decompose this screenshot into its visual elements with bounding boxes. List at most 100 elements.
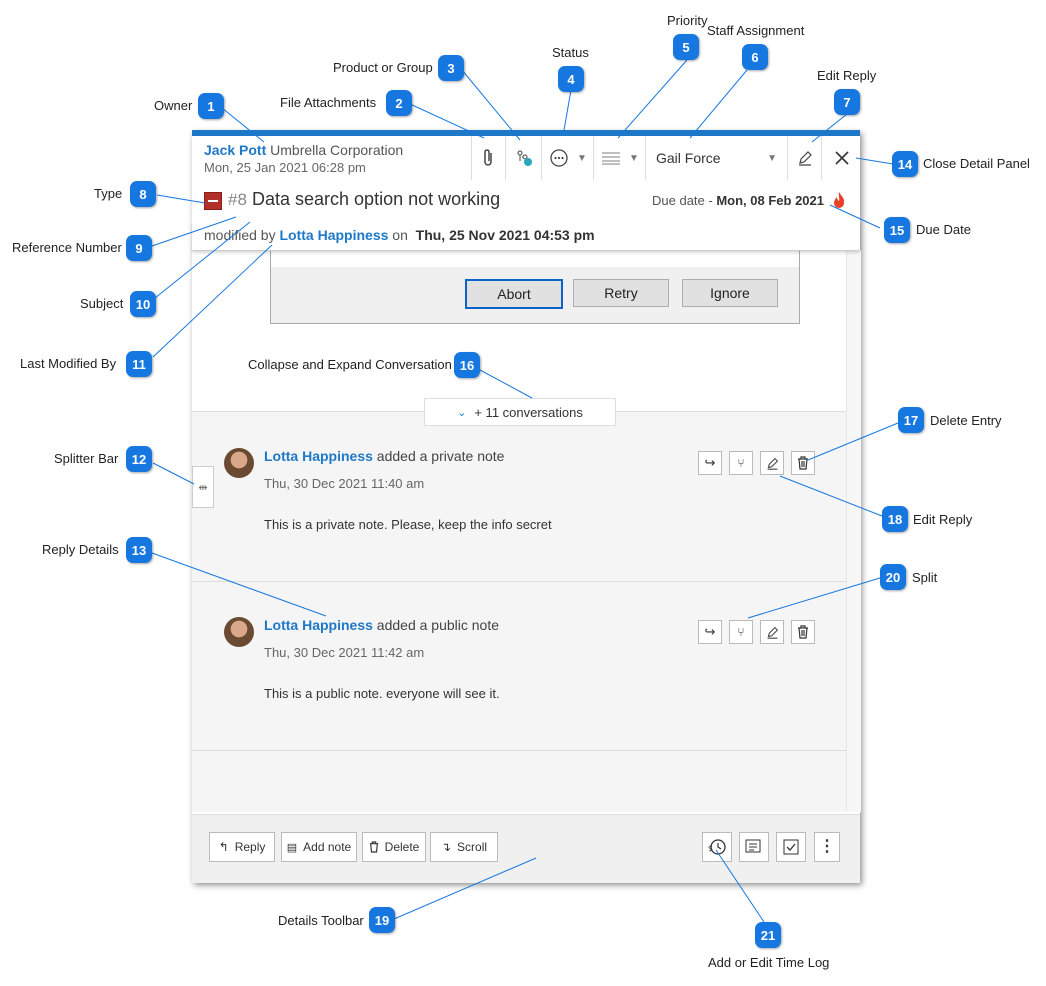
pencil-icon bbox=[767, 626, 778, 639]
edit-note-button[interactable] bbox=[760, 451, 784, 475]
callout-label: Close Detail Panel bbox=[923, 156, 1030, 171]
callout-badge: 9 bbox=[126, 235, 152, 261]
reference-number: #8 bbox=[228, 190, 247, 209]
collapse-expand-conversation-button[interactable]: ⌄ + 11 conversations bbox=[424, 398, 616, 426]
callout-badge: 4 bbox=[558, 66, 584, 92]
due-date-label: Due date - bbox=[652, 193, 713, 208]
callout-badge: 21 bbox=[755, 922, 781, 948]
scroll-icon: ↴ bbox=[440, 840, 452, 854]
callout-badge: 17 bbox=[898, 407, 924, 433]
callout-badge: 8 bbox=[130, 181, 156, 207]
staff-assignment-value: Gail Force bbox=[656, 150, 721, 166]
status-icon bbox=[550, 149, 568, 167]
forward-button[interactable]: ↪ bbox=[698, 620, 722, 644]
callout-badge: 1 bbox=[198, 93, 224, 119]
reply-icon: ↰ bbox=[218, 840, 229, 854]
owner-date: Mon, 25 Jan 2021 06:28 pm bbox=[204, 160, 366, 175]
scroll-label: Scroll bbox=[457, 840, 488, 854]
splitter-handle-icon: ⇹ bbox=[198, 481, 208, 494]
paperclip-icon bbox=[484, 149, 492, 166]
close-detail-panel-button[interactable] bbox=[821, 136, 861, 180]
task-button[interactable] bbox=[776, 832, 806, 862]
edit-note-button[interactable] bbox=[760, 620, 784, 644]
vertical-scrollbar[interactable] bbox=[846, 250, 861, 812]
priority-dropdown[interactable]: ▼ bbox=[593, 136, 646, 180]
callout-badge: 19 bbox=[369, 907, 395, 933]
owner-organization: Umbrella Corporation bbox=[270, 142, 404, 158]
forward-button[interactable]: ↪ bbox=[698, 451, 722, 475]
ticket-type-icon[interactable] bbox=[204, 192, 222, 210]
staff-assignment-dropdown[interactable]: Gail Force ▼ bbox=[645, 136, 787, 180]
callout-label: Reply Details bbox=[42, 542, 119, 557]
ticket-detail-panel: Jack Pott Umbrella Corporation Mon, 25 J… bbox=[192, 130, 861, 883]
modified-prefix: modified by bbox=[204, 227, 276, 243]
pencil-icon bbox=[767, 457, 778, 470]
time-log-button[interactable]: $ bbox=[702, 832, 732, 862]
callout-label: Due Date bbox=[916, 222, 971, 237]
file-attachments-button[interactable] bbox=[471, 136, 506, 180]
callout-label: Collapse and Expand Conversation bbox=[248, 357, 452, 372]
more-options-button[interactable]: ⋮ bbox=[814, 832, 840, 862]
dialog-retry-button: Retry bbox=[573, 279, 669, 307]
notes-area: Lotta Happiness added a private note Thu… bbox=[192, 412, 846, 812]
delete-entry-button[interactable] bbox=[791, 451, 815, 475]
last-modified-row: modified by Lotta Happiness on Thu, 25 N… bbox=[192, 222, 860, 251]
owner-name[interactable]: Jack Pott bbox=[204, 142, 266, 158]
split-button[interactable]: ⑂ bbox=[729, 451, 753, 475]
callout-badge: 18 bbox=[882, 506, 908, 532]
chevron-down-icon: ▼ bbox=[767, 152, 777, 164]
delete-button[interactable]: Delete bbox=[362, 832, 426, 862]
delete-entry-button[interactable] bbox=[791, 620, 815, 644]
add-note-label: Add note bbox=[303, 840, 352, 854]
pencil-icon bbox=[799, 151, 812, 166]
note-divider bbox=[192, 750, 846, 751]
splitter-bar[interactable]: ⇹ bbox=[192, 466, 214, 508]
due-date[interactable]: Due date - Mon, 08 Feb 2021 bbox=[652, 193, 824, 208]
note-author[interactable]: Lotta Happiness bbox=[264, 617, 373, 633]
report-button[interactable] bbox=[739, 832, 769, 862]
priority-icon bbox=[602, 152, 621, 165]
add-note-button[interactable]: ▤ Add note bbox=[281, 832, 357, 862]
trash-icon bbox=[798, 456, 808, 470]
callout-badge: 12 bbox=[126, 446, 152, 472]
split-button[interactable]: ⑂ bbox=[729, 620, 753, 644]
edit-reply-button[interactable] bbox=[787, 136, 822, 180]
callout-label: Product or Group bbox=[333, 60, 433, 75]
dialog-ignore-button: Ignore bbox=[682, 279, 778, 307]
note-icon: ▤ bbox=[286, 841, 298, 854]
scroll-button[interactable]: ↴ Scroll bbox=[430, 832, 498, 862]
callout-label: Add or Edit Time Log bbox=[708, 955, 830, 970]
note-date: Thu, 30 Dec 2021 11:40 am bbox=[264, 476, 425, 491]
callout-badge: 3 bbox=[438, 55, 464, 81]
note-header: Lotta Happiness added a public note bbox=[264, 617, 499, 633]
fire-icon bbox=[834, 192, 845, 208]
owner[interactable]: Jack Pott Umbrella Corporation bbox=[204, 142, 403, 158]
modified-by-name[interactable]: Lotta Happiness bbox=[279, 227, 388, 243]
note-action: added a public note bbox=[376, 617, 500, 633]
callout-label: Details Toolbar bbox=[278, 913, 364, 928]
close-icon bbox=[834, 151, 849, 165]
split-icon: ⑂ bbox=[737, 456, 745, 470]
status-dropdown[interactable]: ▼ bbox=[541, 136, 594, 180]
note-author[interactable]: Lotta Happiness bbox=[264, 448, 373, 464]
chevron-down-icon: ▼ bbox=[577, 152, 587, 164]
product-group-icon bbox=[517, 150, 532, 166]
product-group-button[interactable] bbox=[505, 136, 542, 180]
callout-badge: 7 bbox=[834, 89, 860, 115]
callout-label: Splitter Bar bbox=[54, 451, 119, 466]
trash-icon bbox=[369, 841, 378, 853]
callout-badge: 20 bbox=[880, 564, 906, 590]
reply-button[interactable]: ↰ Reply bbox=[209, 832, 275, 862]
ticket-subject: Data search option not working bbox=[252, 189, 501, 209]
callout-badge: 5 bbox=[673, 34, 699, 60]
more-vertical-icon: ⋮ bbox=[819, 838, 835, 855]
checkbox-icon bbox=[783, 839, 799, 855]
callout-label: Reference Number bbox=[12, 240, 122, 255]
callout-label: Status bbox=[552, 45, 589, 60]
callout-label: Staff Assignment bbox=[707, 23, 805, 38]
callout-label: Priority bbox=[667, 13, 708, 28]
callout-label: Subject bbox=[80, 296, 124, 311]
callout-badge: 2 bbox=[386, 90, 412, 116]
chevron-down-icon: ⌄ bbox=[457, 406, 467, 419]
callout-badge: 6 bbox=[742, 44, 768, 70]
